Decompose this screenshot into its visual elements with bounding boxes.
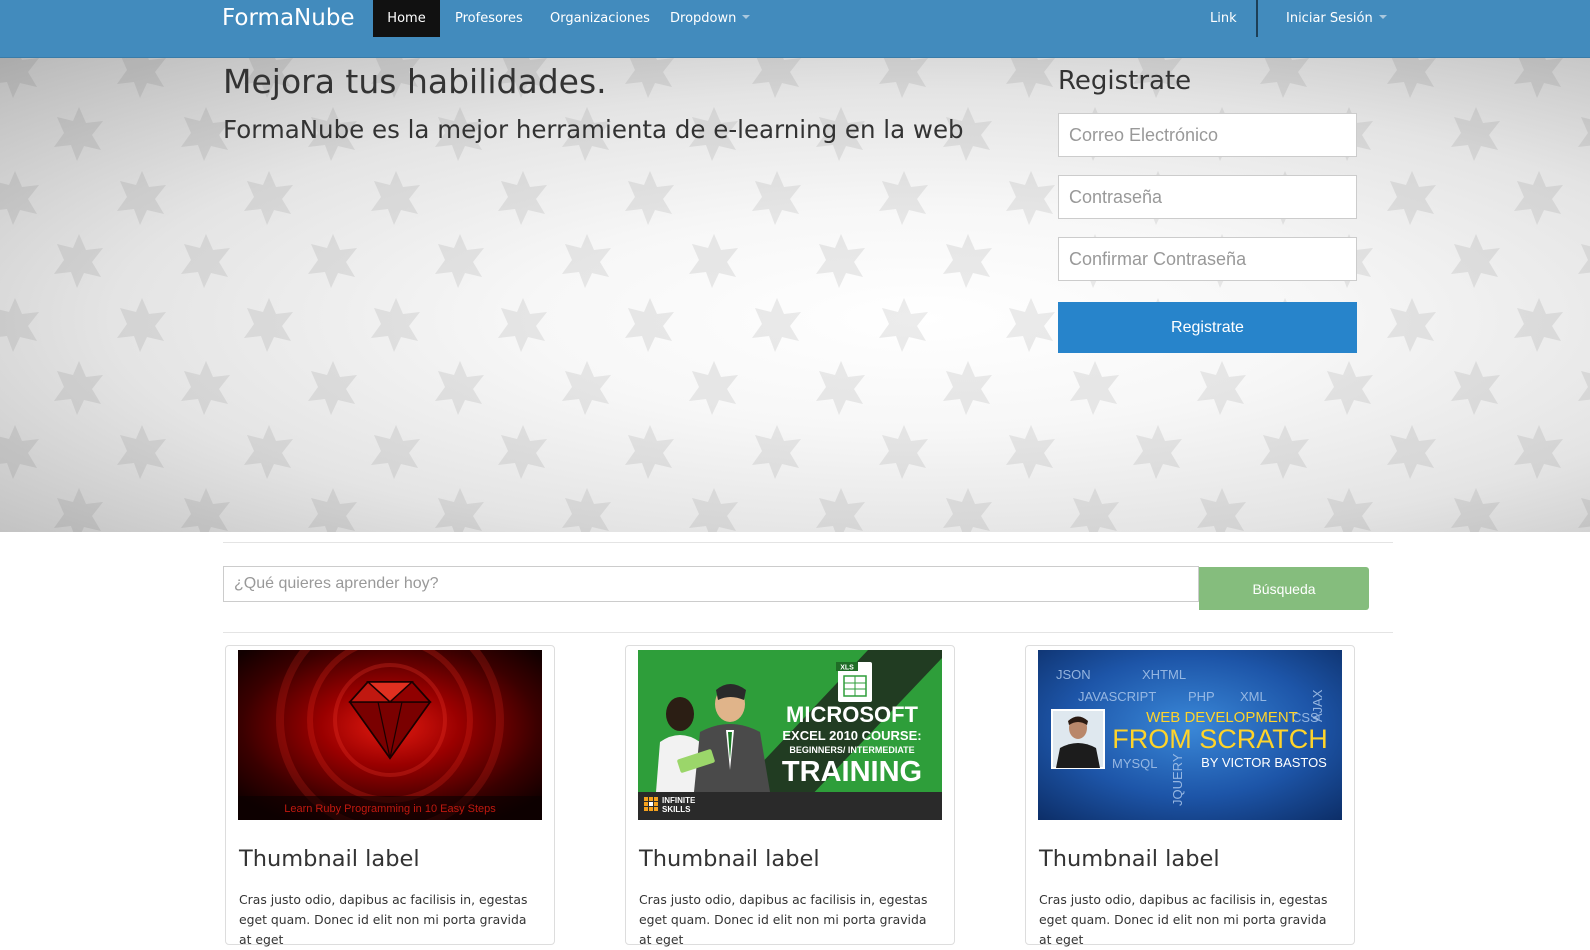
hero-banner: Mejora tus habilidades. FormaNube es la … (0, 58, 1590, 532)
infinite-skills-line1: INFINITE (662, 796, 696, 805)
course-image-ruby[interactable]: Learn Ruby Programming in 10 Easy Steps (238, 650, 542, 820)
nav-item-organizaciones[interactable]: Organizaciones (550, 0, 650, 37)
tag-mysql: MYSQL (1112, 756, 1158, 771)
webdev-line2: FROM SCRATCH (1112, 724, 1328, 754)
nav-item-label: Iniciar Sesión (1286, 11, 1373, 26)
register-button[interactable]: Registrate (1058, 302, 1357, 353)
nav-item-link[interactable]: Link (1210, 0, 1237, 37)
nav-item-label: Profesores (455, 11, 523, 26)
nav-item-iniciar-sesion[interactable]: Iniciar Sesión (1286, 0, 1387, 37)
course-title: Thumbnail label (239, 846, 420, 872)
divider-top (223, 542, 1393, 543)
course-description: Cras justo odio, dapibus ac facilisis in… (239, 892, 528, 947)
tag-javascript: JAVASCRIPT (1078, 689, 1156, 704)
caret-down-icon (1378, 14, 1387, 19)
xls-badge: XLS (840, 665, 854, 672)
email-field[interactable] (1058, 113, 1357, 157)
course-image-webdev[interactable]: JSON XHTML JAVASCRIPT PHP XML CSS AJAX M… (1038, 650, 1342, 820)
nav-item-label: Dropdown (670, 11, 737, 26)
excel-line4: TRAINING (782, 756, 922, 788)
tag-json: JSON (1056, 667, 1091, 682)
tag-xhtml: XHTML (1142, 667, 1186, 682)
ruby-image-caption: Learn Ruby Programming in 10 Easy Steps (284, 803, 496, 815)
excel-line2: EXCEL 2010 COURSE: (782, 728, 921, 743)
course-description: Cras justo odio, dapibus ac facilisis in… (1039, 892, 1328, 947)
nav-item-home[interactable]: Home (373, 0, 440, 37)
course-card-excel[interactable]: XLS MICROSOFT EXCEL 2010 COURSE: BEGINNE… (625, 645, 955, 947)
password-field[interactable] (1058, 175, 1357, 219)
webdev-line3: BY VICTOR BASTOS (1201, 755, 1327, 770)
tag-jquery: JQUERY (1170, 753, 1185, 806)
tag-xml: XML (1240, 689, 1267, 704)
nav-item-profesores[interactable]: Profesores (455, 0, 523, 37)
course-card-ruby[interactable]: Learn Ruby Programming in 10 Easy Steps … (225, 645, 555, 947)
top-navbar: FormaNube Home Profesores Organizaciones… (0, 0, 1590, 58)
divider-bottom (223, 632, 1393, 633)
tag-ajax: AJAX (1310, 689, 1325, 722)
nav-item-label: Link (1210, 11, 1237, 26)
course-title: Thumbnail label (1039, 846, 1220, 872)
infinite-skills-line2: SKILLS (662, 805, 691, 814)
excel-line3: BEGINNERS/ INTERMEDIATE (789, 745, 914, 755)
brand-logo-link[interactable]: FormaNube (222, 0, 355, 37)
hero-subtitle: FormaNube es la mejor herramienta de e-l… (223, 115, 964, 144)
course-description: Cras justo odio, dapibus ac facilisis in… (639, 892, 928, 947)
course-image-excel[interactable]: XLS MICROSOFT EXCEL 2010 COURSE: BEGINNE… (638, 650, 942, 820)
hero-title: Mejora tus habilidades. (223, 62, 607, 101)
nav-item-dropdown[interactable]: Dropdown (670, 0, 751, 37)
course-title: Thumbnail label (639, 846, 820, 872)
excel-line1: MICROSOFT (786, 702, 919, 727)
nav-item-label: Home (387, 11, 426, 26)
course-card-webdev[interactable]: JSON XHTML JAVASCRIPT PHP XML CSS AJAX M… (1025, 645, 1355, 947)
register-title: Registrate (1058, 66, 1192, 96)
confirm-password-field[interactable] (1058, 237, 1357, 281)
caret-down-icon (742, 14, 751, 19)
nav-divider (1256, 0, 1258, 37)
tag-php: PHP (1188, 689, 1215, 704)
search-input[interactable] (223, 566, 1199, 602)
search-button[interactable]: Búsqueda (1199, 567, 1369, 610)
nav-item-label: Organizaciones (550, 11, 650, 26)
